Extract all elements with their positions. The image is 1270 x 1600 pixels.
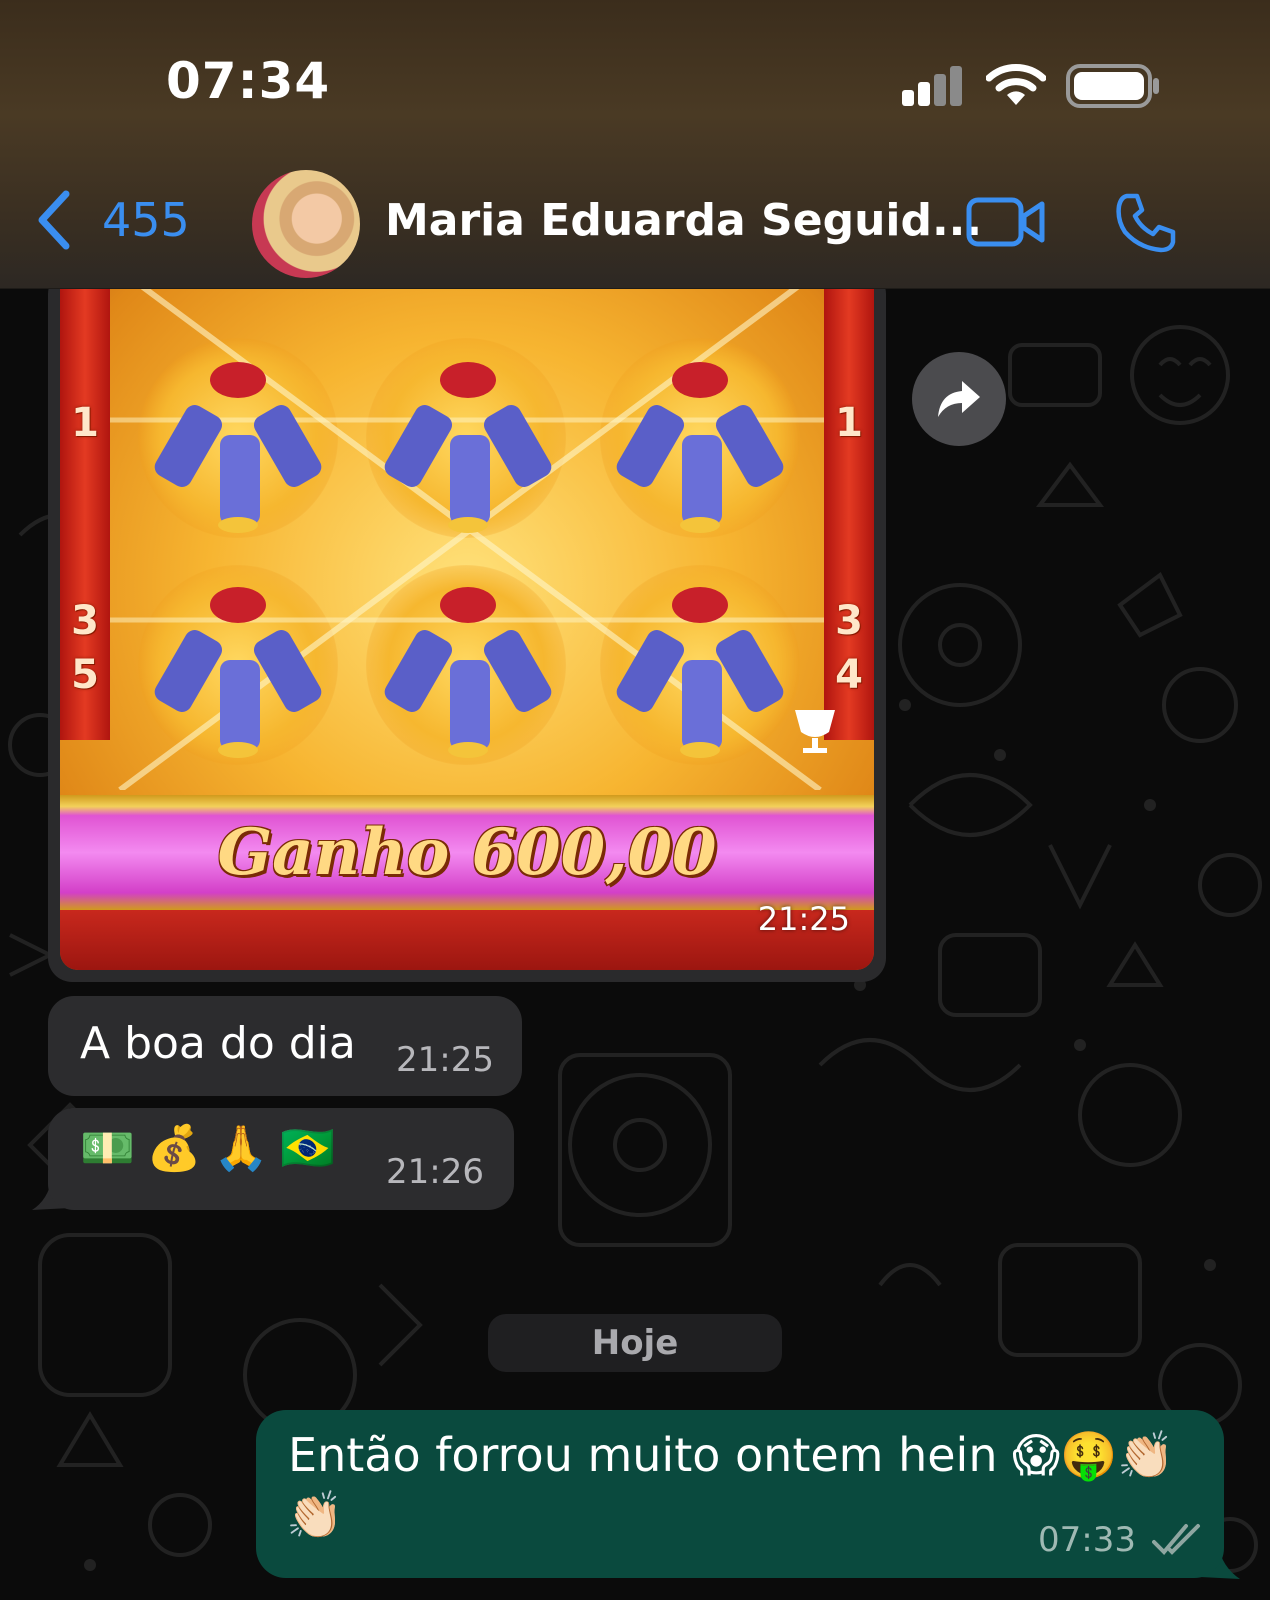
image-message-bubble[interactable]: 1 3 5 1 3 4 Ganho 600,00 21:25 [48,270,886,982]
win-amount-text: Ganho 600,00 [217,815,717,890]
forward-button[interactable] [912,352,1006,446]
battery-icon [1066,64,1159,108]
firecracker-symbols [110,270,835,790]
incoming-message-bubble[interactable]: A boa do dia 21:25 [48,996,522,1096]
signal-icon [902,66,962,106]
wifi-icon [986,64,1046,105]
status-bar-time: 07:34 [166,52,331,110]
date-separator: Hoje [488,1314,782,1372]
read-ticks-icon [1152,1524,1200,1555]
phone-icon[interactable] [1115,192,1177,254]
back-chevron-icon [38,190,70,250]
contact-avatar[interactable] [252,170,360,278]
game-screenshot-image[interactable]: 1 3 5 1 3 4 Ganho 600,00 21:25 [60,270,874,970]
chat-screen: 07:34 455 Maria Eduarda Seguid... 1 3 5 … [0,0,1270,1600]
back-button[interactable]: 455 [36,190,190,250]
forward-icon [938,381,980,417]
message-time: 21:26 [386,1152,484,1192]
game-bottom-strip [60,910,874,970]
message-emojis: 💵💰🙏🇧🇷 [80,1123,348,1174]
unread-count: 455 [102,193,190,247]
contact-name[interactable]: Maria Eduarda Seguid... [385,195,982,246]
message-time: 21:25 [396,1040,494,1080]
message-time: 07:33 [1038,1520,1136,1560]
message-text: Então forrou muito ontem hein 😱🤑👏🏻 [288,1428,1175,1482]
outgoing-message-bubble[interactable]: Então forrou muito ontem hein 😱🤑👏🏻 👏🏻 07… [256,1410,1224,1578]
chat-header: 07:34 455 Maria Eduarda Seguid... [0,0,1270,289]
message-text-continued: 👏🏻 [286,1488,344,1542]
video-camera-icon[interactable] [966,196,1046,248]
incoming-message-bubble[interactable]: 💵💰🙏🇧🇷 21:26 [48,1108,514,1210]
message-text: A boa do dia [80,1018,356,1069]
message-time: 21:25 [757,900,850,938]
trophy-icon [795,710,835,753]
